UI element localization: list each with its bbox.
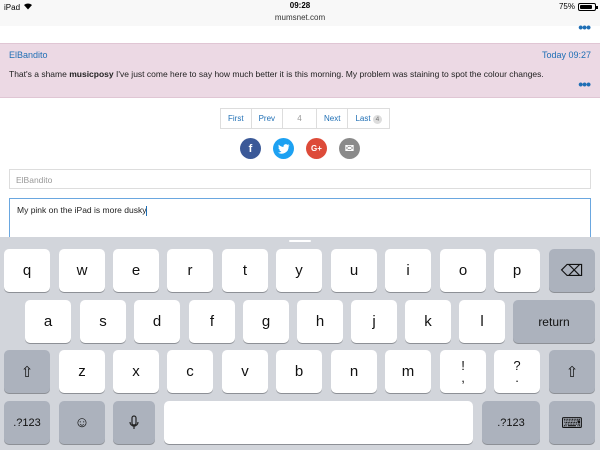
key-i[interactable]: i [385, 249, 431, 292]
key-u[interactable]: u [331, 249, 377, 292]
googleplus-share-icon[interactable]: G+ [306, 138, 327, 159]
page-last-link[interactable]: Last 4 [348, 109, 389, 128]
page-prev-link[interactable]: Prev [252, 109, 284, 128]
key-r[interactable]: r [167, 249, 213, 292]
url-bar[interactable]: mumsnet.com [0, 13, 600, 26]
key-n[interactable]: n [331, 350, 377, 393]
status-bar: iPad 09:28 75% [0, 0, 600, 13]
key-j[interactable]: j [351, 300, 397, 343]
key-h[interactable]: h [297, 300, 343, 343]
pagination: First Prev 4 Next Last 4 [220, 108, 391, 129]
shift-key-left[interactable]: ⇧ [4, 350, 50, 393]
hide-keyboard-icon[interactable]: ⌨ [549, 401, 595, 444]
post-text-after: I've just come here to say how much bett… [113, 69, 544, 79]
screen: iPad 09:28 75% mumsnet.com ••• ElBandito… [0, 0, 600, 450]
page-next-link[interactable]: Next [317, 109, 349, 128]
key-question-period[interactable]: ? . [494, 350, 540, 393]
key-p[interactable]: p [494, 249, 540, 292]
key-period-label: . [515, 369, 519, 385]
delete-key[interactable]: ⌫ [549, 249, 595, 292]
key-s[interactable]: s [80, 300, 126, 343]
page-last-label: Last [355, 114, 371, 123]
key-comma-label: , [461, 369, 465, 385]
key-o[interactable]: o [440, 249, 486, 292]
key-d[interactable]: d [134, 300, 180, 343]
forum-post: ElBandito Today 09:27 That's a shame mus… [0, 43, 600, 98]
key-z[interactable]: z [59, 350, 105, 393]
twitter-share-icon[interactable] [273, 138, 294, 159]
key-e[interactable]: e [113, 249, 159, 292]
text-caret [146, 205, 148, 216]
space-bar[interactable] [164, 401, 473, 444]
key-t[interactable]: t [222, 249, 268, 292]
post-body: That's a shame musicposy I've just come … [9, 69, 544, 79]
key-v[interactable]: v [222, 350, 268, 393]
key-f[interactable]: f [189, 300, 235, 343]
microphone-icon[interactable] [113, 401, 155, 444]
emoji-icon[interactable]: ☺ [59, 401, 105, 444]
key-g[interactable]: g [243, 300, 289, 343]
key-k[interactable]: k [405, 300, 451, 343]
page-count-badge: 4 [372, 115, 383, 124]
shift-key-right[interactable]: ⇧ [549, 350, 595, 393]
key-exclaim-comma[interactable]: ! , [440, 350, 486, 393]
key-a[interactable]: a [25, 300, 71, 343]
post-options-icon[interactable]: ••• [578, 77, 591, 91]
post-author[interactable]: ElBandito [9, 50, 48, 60]
post-mention: musicposy [69, 69, 114, 79]
key-l[interactable]: l [459, 300, 505, 343]
on-screen-keyboard: q w e r t y u i o p ⌫ a s d f g h j k l … [0, 237, 600, 450]
numbers-key-left[interactable]: .?123 [4, 401, 50, 444]
key-m[interactable]: m [385, 350, 431, 393]
keyboard-grabber[interactable] [289, 240, 311, 242]
message-text: My pink on the iPad is more dusky [17, 205, 147, 215]
key-b[interactable]: b [276, 350, 322, 393]
numbers-key-right[interactable]: .?123 [482, 401, 540, 444]
facebook-share-icon[interactable]: f [240, 138, 261, 159]
key-w[interactable]: w [59, 249, 105, 292]
key-x[interactable]: x [113, 350, 159, 393]
key-q[interactable]: q [4, 249, 50, 292]
battery-icon [578, 2, 598, 11]
post-time[interactable]: Today 09:27 [542, 50, 591, 60]
email-share-icon[interactable]: ✉ [339, 138, 360, 159]
battery-percent: 75% [558, 2, 575, 11]
key-c[interactable]: c [167, 350, 213, 393]
post-text-before: That's a shame [9, 69, 70, 79]
more-options-icon[interactable]: ••• [578, 20, 591, 34]
key-y[interactable]: y [276, 249, 322, 292]
clock: 09:28 [289, 1, 311, 10]
return-key[interactable]: return [513, 300, 595, 343]
page-first-link[interactable]: First [221, 109, 252, 128]
name-field[interactable]: ElBandito [9, 169, 591, 189]
page-current: 4 [283, 109, 318, 128]
